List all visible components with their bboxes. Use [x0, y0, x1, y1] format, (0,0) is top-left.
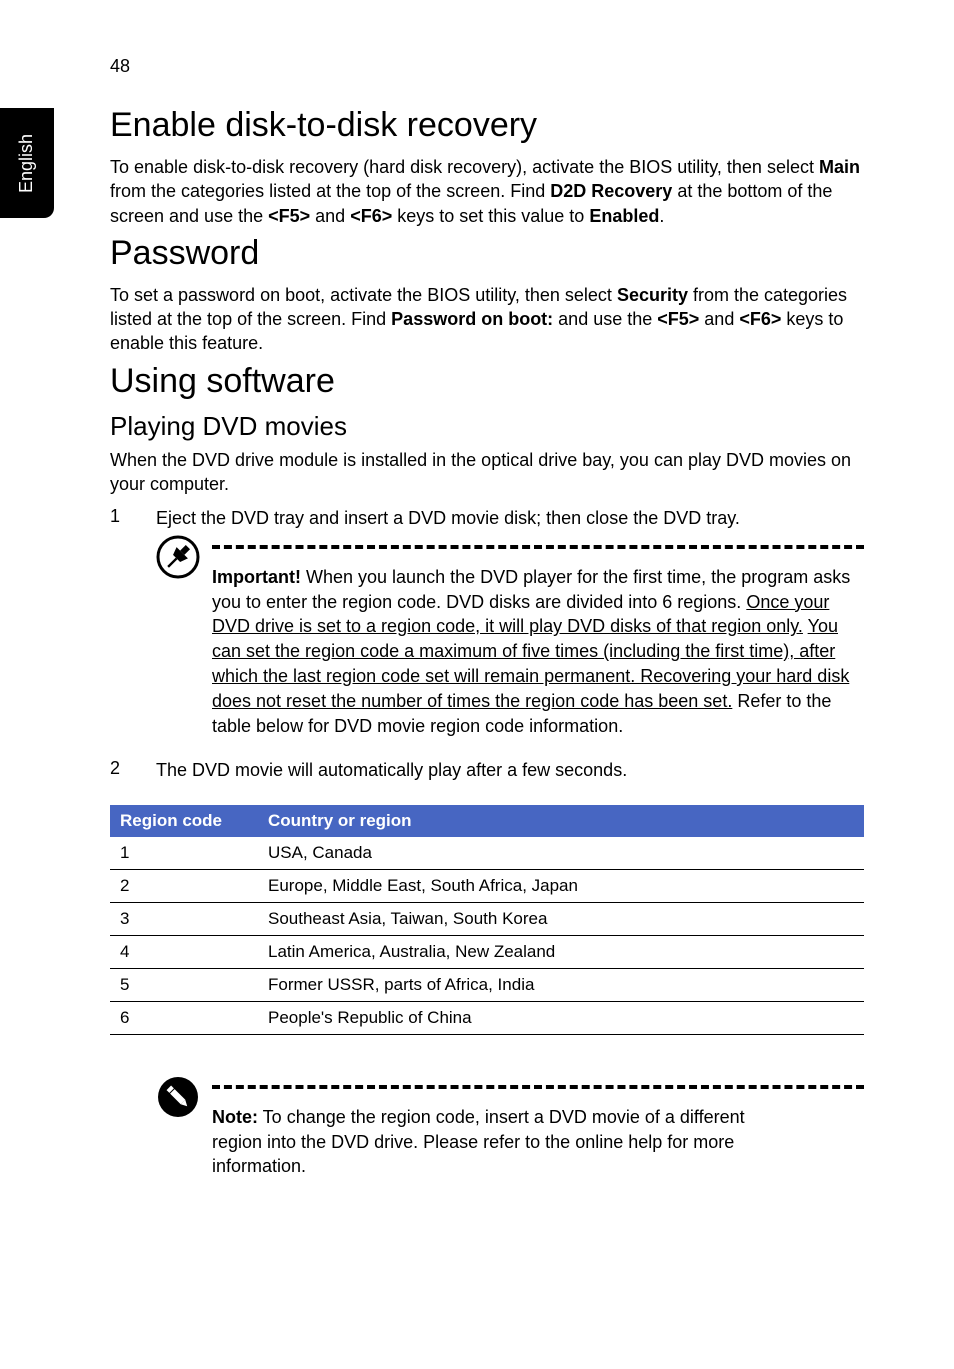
heading-password: Password: [110, 234, 864, 273]
text-bold: Security: [617, 285, 688, 305]
text: To enable disk-to-disk recovery (hard di…: [110, 157, 819, 177]
text: To change the region code, insert a DVD …: [212, 1107, 745, 1177]
note-body: Note: To change the region code, insert …: [212, 1105, 864, 1179]
cell-region-code: 5: [110, 968, 258, 1001]
important-callout: Important! When you launch the DVD playe…: [156, 545, 864, 739]
pencil-icon: [156, 1075, 200, 1119]
table-header-row: Region code Country or region: [110, 805, 864, 837]
table-row: 5 Former USSR, parts of Africa, India: [110, 968, 864, 1001]
text: .: [659, 206, 664, 226]
cell-region-name: USA, Canada: [258, 837, 864, 870]
table-header: Region code: [110, 805, 258, 837]
heading-using-software: Using software: [110, 362, 864, 401]
list-number: 1: [110, 506, 156, 530]
table-row: 1 USA, Canada: [110, 837, 864, 870]
text: To set a password on boot, activate the …: [110, 285, 617, 305]
text-bold: Important!: [212, 567, 301, 587]
table-row: 3 Southeast Asia, Taiwan, South Korea: [110, 902, 864, 935]
note-callout: Note: To change the region code, insert …: [156, 1085, 864, 1179]
table-header: Country or region: [258, 805, 864, 837]
dashed-rule: [212, 1085, 864, 1089]
text-bold: <F6>: [739, 309, 781, 329]
language-tab: English: [0, 108, 54, 218]
cell-region-code: 6: [110, 1001, 258, 1034]
text-bold: <F5>: [657, 309, 699, 329]
dashed-rule: [212, 545, 864, 549]
text-bold: <F5>: [268, 206, 310, 226]
page-number: 48: [110, 56, 130, 77]
cell-region-name: Europe, Middle East, South Africa, Japan: [258, 869, 864, 902]
list-item: 2 The DVD movie will automatically play …: [110, 758, 864, 782]
cell-region-code: 4: [110, 935, 258, 968]
cell-region-name: Former USSR, parts of Africa, India: [258, 968, 864, 1001]
list-text: Eject the DVD tray and insert a DVD movi…: [156, 506, 740, 530]
subheading-playing-dvd: Playing DVD movies: [110, 411, 864, 442]
list-text: The DVD movie will automatically play af…: [156, 758, 627, 782]
para-enable-d2d: To enable disk-to-disk recovery (hard di…: [110, 155, 864, 228]
text: from the categories listed at the top of…: [110, 181, 550, 201]
cell-region-name: Southeast Asia, Taiwan, South Korea: [258, 902, 864, 935]
text: and use the: [553, 309, 657, 329]
language-tab-label: English: [17, 133, 38, 192]
text-bold: Enabled: [589, 206, 659, 226]
text: and: [310, 206, 350, 226]
text-bold: Note:: [212, 1107, 258, 1127]
cell-region-name: People's Republic of China: [258, 1001, 864, 1034]
list-number: 2: [110, 758, 156, 782]
text-bold: <F6>: [350, 206, 392, 226]
list-item: 1 Eject the DVD tray and insert a DVD mo…: [110, 506, 864, 530]
para-password: To set a password on boot, activate the …: [110, 283, 864, 356]
cell-region-code: 1: [110, 837, 258, 870]
table-row: 2 Europe, Middle East, South Africa, Jap…: [110, 869, 864, 902]
text: and: [699, 309, 739, 329]
text-bold: D2D Recovery: [550, 181, 672, 201]
table-row: 6 People's Republic of China: [110, 1001, 864, 1034]
text-bold: Main: [819, 157, 860, 177]
region-code-table: Region code Country or region 1 USA, Can…: [110, 805, 864, 1035]
page-content: Enable disk-to-disk recovery To enable d…: [110, 0, 864, 1179]
text-bold: Password on boot:: [391, 309, 553, 329]
para-dvd-intro: When the DVD drive module is installed i…: [110, 448, 864, 497]
important-body: Important! When you launch the DVD playe…: [212, 565, 864, 739]
heading-enable-d2d: Enable disk-to-disk recovery: [110, 106, 864, 145]
pin-icon: [156, 535, 200, 579]
cell-region-code: 2: [110, 869, 258, 902]
cell-region-name: Latin America, Australia, New Zealand: [258, 935, 864, 968]
text: keys to set this value to: [392, 206, 589, 226]
cell-region-code: 3: [110, 902, 258, 935]
table-row: 4 Latin America, Australia, New Zealand: [110, 935, 864, 968]
